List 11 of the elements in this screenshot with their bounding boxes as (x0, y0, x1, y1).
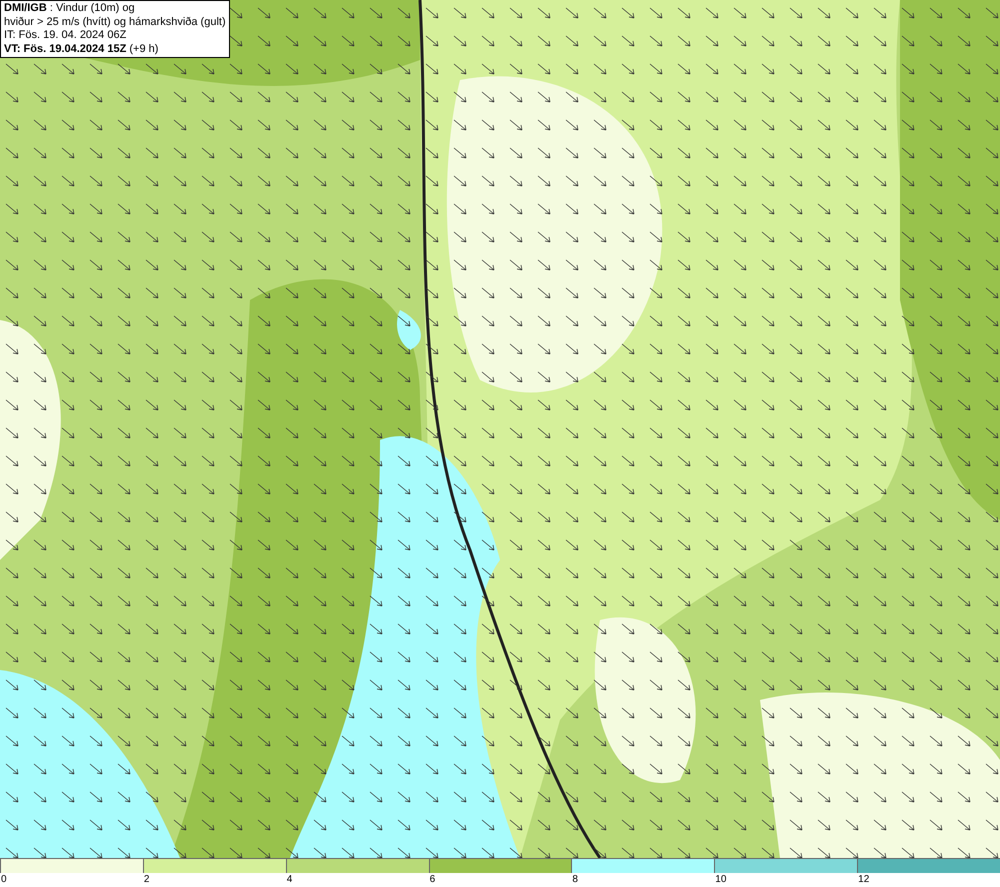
legend-label: 0 (0, 873, 7, 886)
info-text: VT: Fös. 19.04.2024 15Z (+9 h) (4, 42, 160, 56)
legend-label: 8 (571, 873, 578, 886)
legend-label: 12 (857, 873, 870, 886)
info-text: DMI/IGB : Vindur (10m) og (4, 2, 136, 16)
info-text: IT: Fös. 19. 04. 2024 06Z (4, 29, 128, 42)
legend-label: 10 (714, 873, 726, 886)
legend-label: 4 (286, 873, 292, 886)
info-text: hviður > 25 m/s (hvítt) og hámarkshviða (gult) (4, 16, 226, 29)
legend-label: 2 (142, 873, 150, 886)
legend-label: 6 (428, 873, 436, 886)
